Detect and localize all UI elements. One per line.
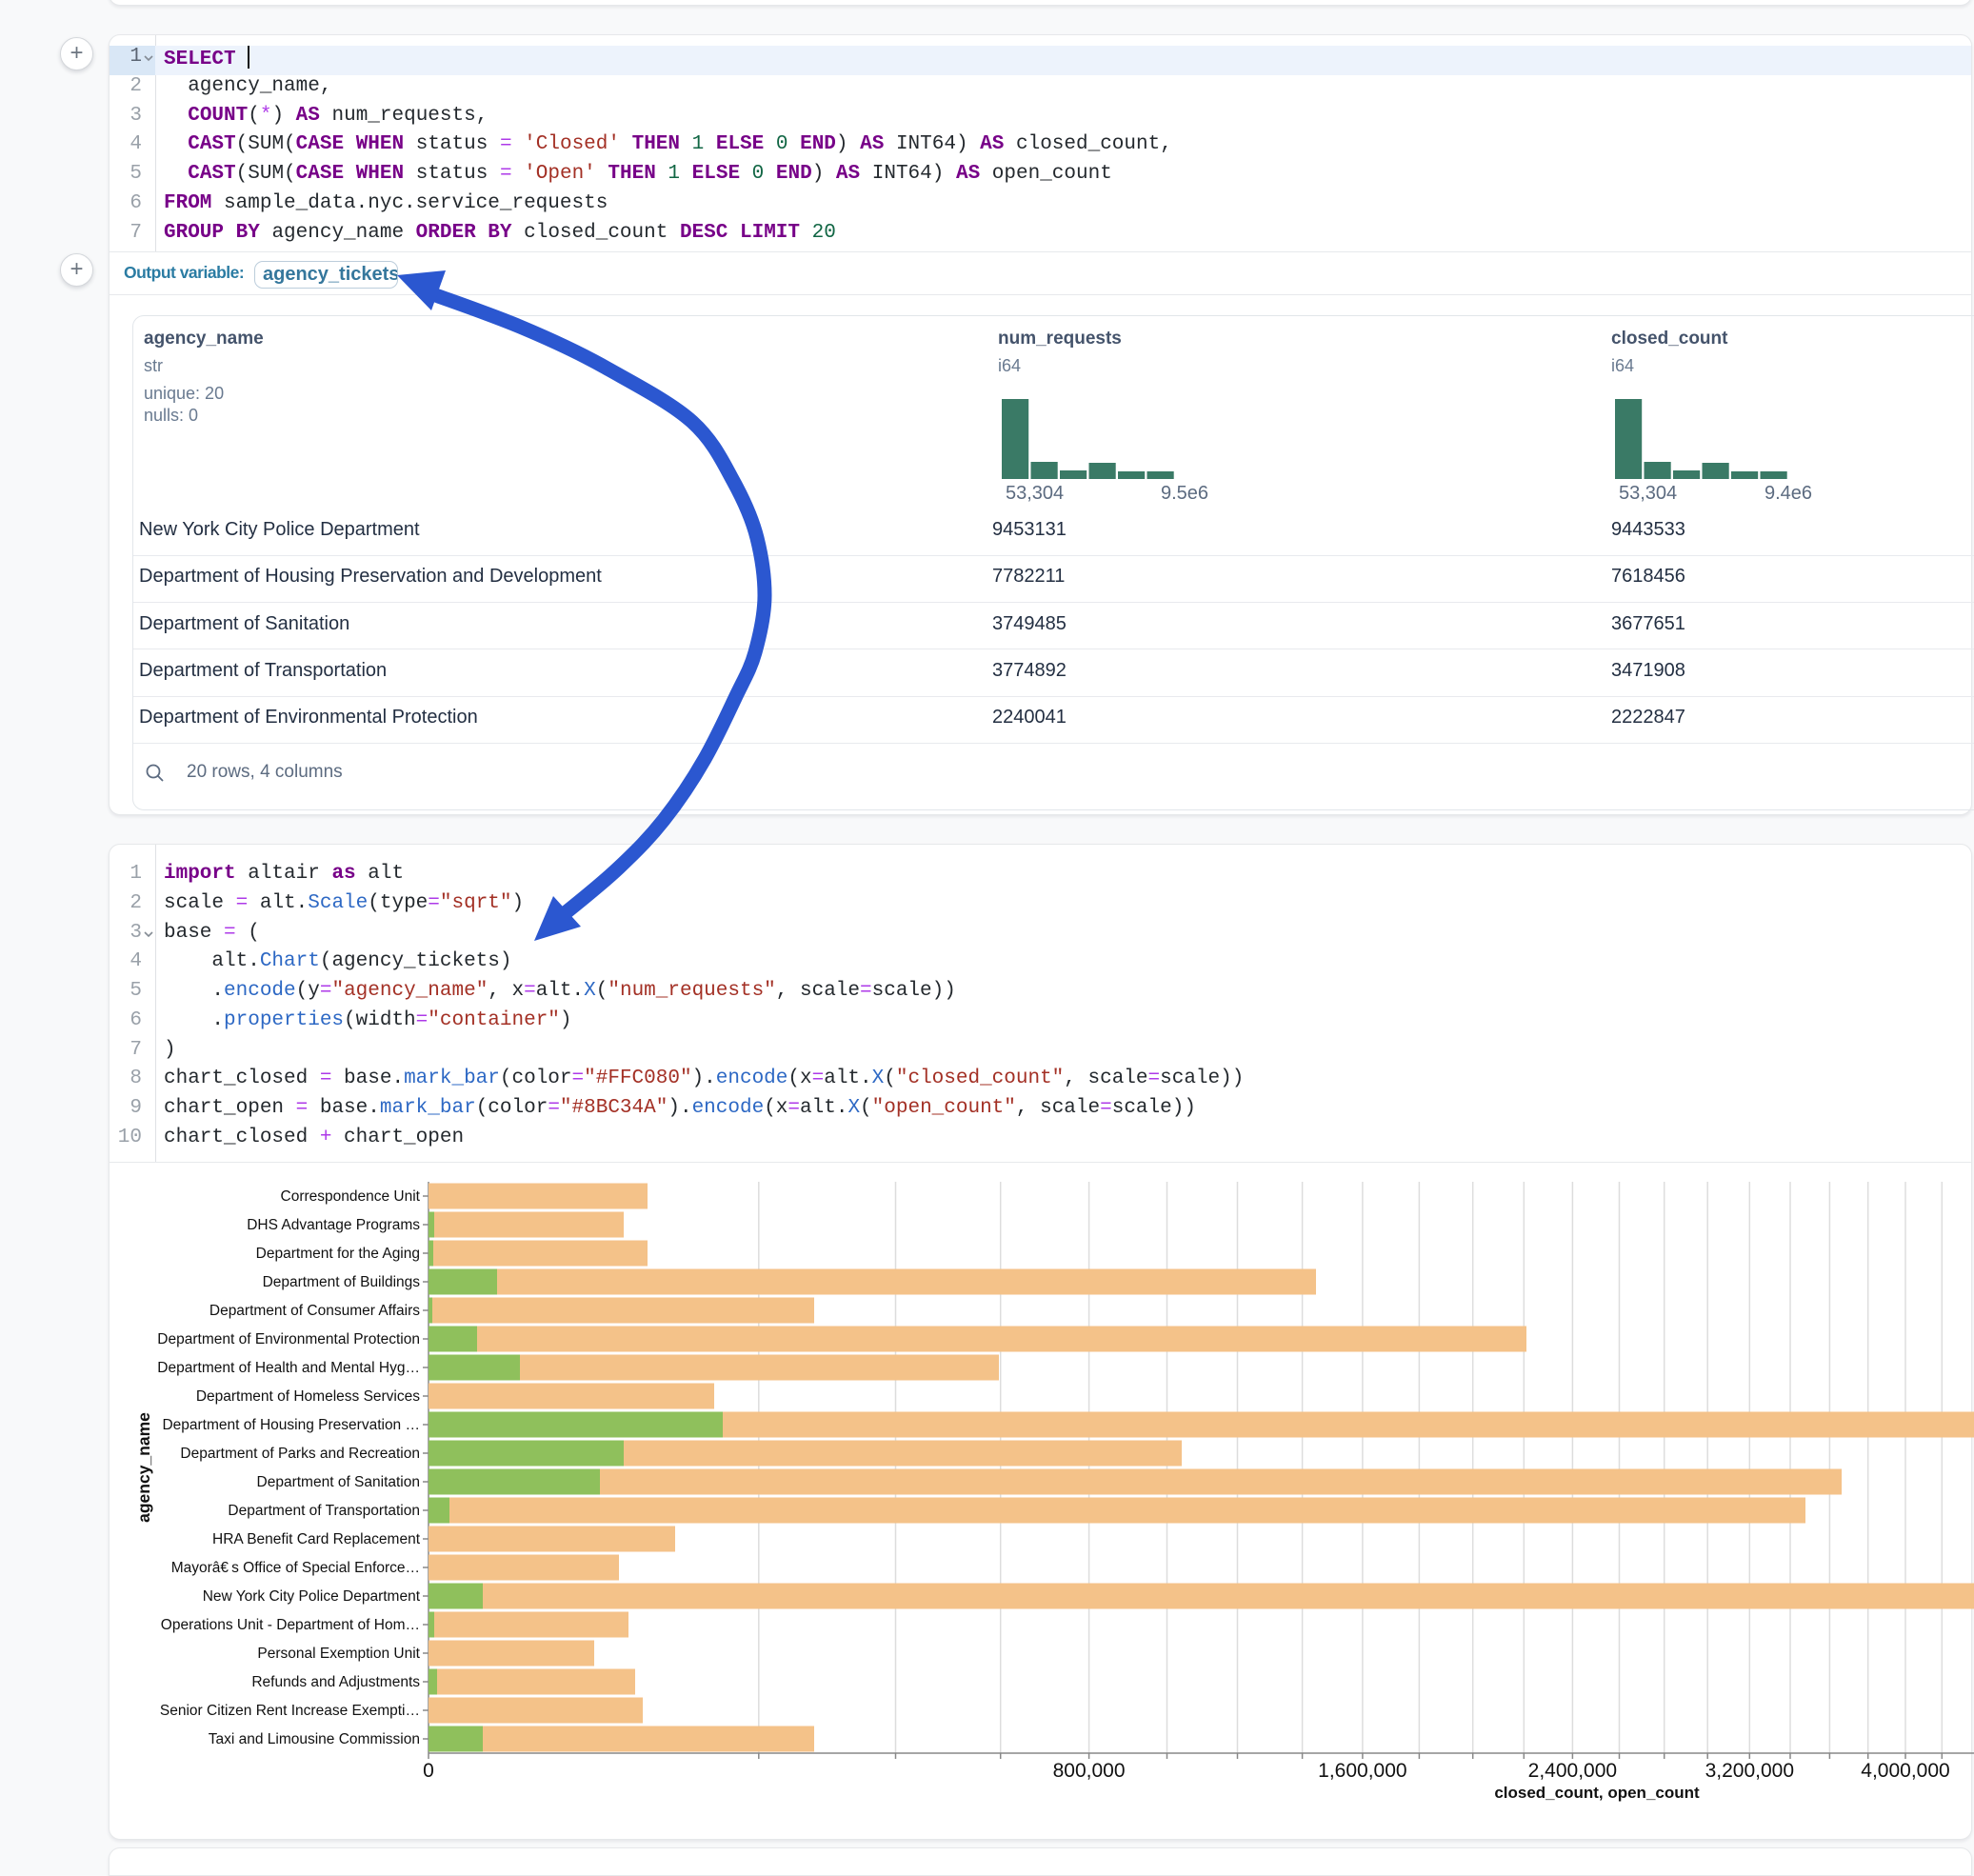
svg-text:0: 0 [423, 1760, 434, 1782]
svg-text:Department of Environmental Pr: Department of Environmental Protection [157, 1331, 420, 1347]
svg-text:1,600,000: 1,600,000 [1318, 1760, 1406, 1782]
svg-text:closed_count, open_count: closed_count, open_count [1494, 1784, 1700, 1802]
svg-text:HRA Benefit Card Replacement: HRA Benefit Card Replacement [212, 1531, 421, 1547]
svg-text:2,400,000: 2,400,000 [1528, 1760, 1617, 1782]
svg-text:Department of Consumer Affairs: Department of Consumer Affairs [209, 1303, 420, 1319]
svg-text:Department of Parks and Recrea: Department of Parks and Recreation [180, 1446, 420, 1462]
svg-text:Department of Health and Menta: Department of Health and Mental Hyg… [157, 1360, 420, 1376]
svg-text:DHS Advantage Programs: DHS Advantage Programs [247, 1217, 420, 1233]
svg-text:800,000: 800,000 [1053, 1760, 1126, 1782]
svg-text:4,000,000: 4,000,000 [1861, 1760, 1949, 1782]
svg-text:Department of Buildings: Department of Buildings [263, 1274, 421, 1290]
svg-text:Refunds and Adjustments: Refunds and Adjustments [251, 1674, 420, 1690]
svg-text:Mayorâ€ s Office of Special En: Mayorâ€ s Office of Special Enforce… [171, 1560, 420, 1576]
svg-text:Department of Housing Preserva: Department of Housing Preservation … [162, 1417, 420, 1433]
svg-text:Personal Exemption Unit: Personal Exemption Unit [257, 1646, 420, 1662]
svg-text:Operations Unit - Department o: Operations Unit - Department of Hom… [161, 1617, 420, 1633]
svg-text:Taxi and Limousine Commission: Taxi and Limousine Commission [209, 1731, 420, 1747]
svg-text:agency_name: agency_name [134, 1412, 153, 1523]
svg-text:Department for the Aging: Department for the Aging [256, 1246, 420, 1262]
svg-text:Department of Sanitation: Department of Sanitation [257, 1474, 420, 1490]
svg-text:Department of Transportation: Department of Transportation [228, 1503, 420, 1519]
svg-text:Correspondence Unit: Correspondence Unit [281, 1188, 421, 1205]
svg-text:New York City Police Departmen: New York City Police Department [203, 1588, 421, 1605]
svg-text:3,200,000: 3,200,000 [1705, 1760, 1794, 1782]
svg-text:Department of Homeless Service: Department of Homeless Services [196, 1388, 420, 1405]
svg-text:Senior Citizen Rent Increase E: Senior Citizen Rent Increase Exempti… [160, 1703, 420, 1719]
